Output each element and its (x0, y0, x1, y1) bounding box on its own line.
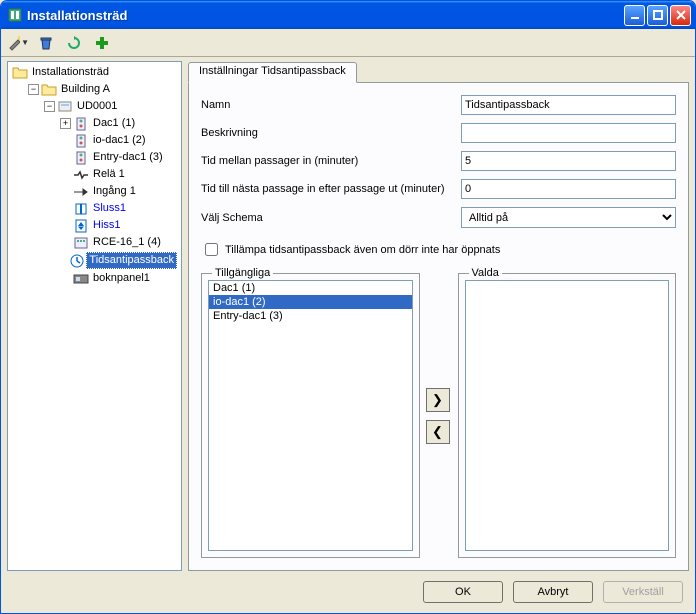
ok-button[interactable]: OK (423, 581, 503, 603)
module-icon (73, 116, 89, 131)
device-icon (57, 99, 73, 114)
tree-item[interactable]: Relä 1 (10, 166, 179, 183)
window-title: Installationsträd (27, 8, 624, 23)
tree-item[interactable]: RCE-16_1 (4) (10, 234, 179, 251)
selected-listbox[interactable] (465, 280, 670, 551)
tree-expander[interactable]: + (60, 118, 71, 129)
available-header: Tillgängliga (212, 267, 273, 279)
tree-item[interactable]: − Building A (10, 81, 179, 98)
app-icon (7, 7, 23, 23)
toolbar: ▼ (1, 29, 695, 57)
tree-item-label: Ingång 1 (91, 184, 138, 199)
selected-header: Valda (469, 267, 502, 279)
time-in-label: Tid mellan passager in (minuter) (201, 155, 461, 167)
tree-item-label: Building A (59, 82, 112, 97)
tree-item[interactable]: + Dac1 (1) (10, 115, 179, 132)
folder-open-icon (12, 65, 28, 80)
apply-button[interactable]: Verkställ (603, 581, 683, 603)
list-item[interactable]: Dac1 (1) (209, 281, 412, 295)
tree-root-label: Installationsträd (30, 65, 111, 80)
tree-item[interactable]: boknpanel1 (10, 270, 179, 287)
cancel-button[interactable]: Avbryt (513, 581, 593, 603)
tree-item-label: Relä 1 (91, 167, 127, 182)
sluss-icon (73, 201, 89, 216)
toolbar-delete-button[interactable] (35, 32, 57, 54)
toolbar-refresh-button[interactable] (63, 32, 85, 54)
module-icon (73, 150, 89, 165)
tree-item-label: RCE-16_1 (4) (91, 235, 163, 250)
desc-input[interactable] (461, 123, 676, 143)
tree-root[interactable]: Installationsträd (10, 64, 179, 81)
tree-view[interactable]: Installationsträd −Building A−UD0001+Dac… (7, 61, 182, 571)
hiss-icon (73, 218, 89, 233)
close-button[interactable] (670, 5, 691, 26)
schema-label: Välj Schema (201, 212, 461, 224)
folder-icon (41, 82, 57, 97)
settings-panel: Inställningar Tidsantipassback Namn Besk… (188, 61, 689, 571)
list-item[interactable]: Entry-dac1 (3) (209, 309, 412, 323)
chevron-right-icon: ❯ (432, 392, 443, 408)
minimize-button[interactable] (624, 5, 645, 26)
name-input[interactable] (461, 95, 676, 115)
tree-item[interactable]: Ingång 1 (10, 183, 179, 200)
tree-item-label: Tidsantipassback (86, 252, 177, 269)
input-icon (73, 184, 89, 199)
selected-group: Valda (458, 273, 677, 558)
toolbar-wizard-button[interactable]: ▼ (7, 32, 29, 54)
schema-select[interactable]: Alltid på (461, 207, 676, 228)
tree-item-label: Dac1 (1) (91, 116, 137, 131)
apb-icon (70, 253, 84, 268)
apply-apb-label: Tillämpa tidsantipassback även om dörr i… (225, 244, 500, 256)
tree-item-label: Entry-dac1 (3) (91, 150, 165, 165)
apply-apb-checkbox[interactable] (205, 243, 218, 256)
tree-item[interactable]: Sluss1 (10, 200, 179, 217)
tree-item[interactable]: Entry-dac1 (3) (10, 149, 179, 166)
name-label: Namn (201, 99, 461, 111)
rce-icon (73, 235, 89, 250)
time-next-input[interactable] (461, 179, 676, 199)
relay-icon (73, 167, 89, 182)
time-in-input[interactable] (461, 151, 676, 171)
tree-item-label: Hiss1 (91, 218, 123, 233)
move-right-button[interactable]: ❯ (426, 388, 450, 412)
toolbar-add-button[interactable] (91, 32, 113, 54)
tree-item[interactable]: − UD0001 (10, 98, 179, 115)
move-left-button[interactable]: ❮ (426, 420, 450, 444)
module-icon (73, 133, 89, 148)
tab-settings[interactable]: Inställningar Tidsantipassback (188, 62, 357, 83)
tree-item-label: boknpanel1 (91, 271, 152, 286)
tree-expander[interactable]: − (44, 101, 55, 112)
tree-item-label: Sluss1 (91, 201, 128, 216)
tree-item[interactable]: Hiss1 (10, 217, 179, 234)
list-item[interactable]: io-dac1 (2) (209, 295, 412, 309)
time-next-label: Tid till nästa passage in efter passage … (201, 183, 461, 195)
tree-item[interactable]: Tidsantipassback (10, 251, 179, 270)
tree-item-label: io-dac1 (2) (91, 133, 148, 148)
tree-expander[interactable]: − (28, 84, 39, 95)
titlebar[interactable]: Installationsträd (1, 1, 695, 29)
available-group: Tillgängliga Dac1 (1)io-dac1 (2)Entry-da… (201, 273, 420, 558)
window: Installationsträd ▼ Installationsträd −B… (0, 0, 696, 614)
tree-item-label: UD0001 (75, 99, 119, 114)
panel-icon (73, 271, 89, 286)
tab-label: Inställningar Tidsantipassback (199, 65, 346, 77)
available-listbox[interactable]: Dac1 (1)io-dac1 (2)Entry-dac1 (3) (208, 280, 413, 551)
tree-item[interactable]: io-dac1 (2) (10, 132, 179, 149)
maximize-button[interactable] (647, 5, 668, 26)
desc-label: Beskrivning (201, 127, 461, 139)
dialog-footer: OK Avbryt Verkställ (1, 571, 695, 613)
chevron-left-icon: ❮ (432, 424, 443, 440)
